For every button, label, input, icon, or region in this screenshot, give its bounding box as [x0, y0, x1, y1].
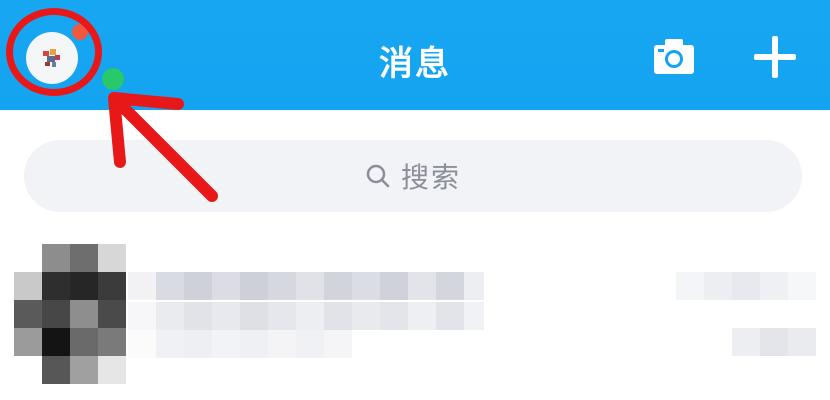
search-placeholder: 搜索 [400, 161, 461, 194]
plus-icon [754, 36, 796, 78]
pixelated-preview [128, 302, 484, 358]
camera-icon [654, 39, 694, 74]
search-input[interactable]: 搜索 [24, 140, 802, 212]
camera-button[interactable] [652, 36, 696, 76]
top-bar: 消息 [0, 0, 830, 110]
search-content: 搜索 [24, 140, 802, 212]
search-icon [366, 164, 390, 188]
page-title: 消息 [379, 44, 451, 84]
pixelated-name [128, 272, 484, 300]
pixelated-timestamp [676, 272, 816, 356]
conversation-list-item[interactable] [0, 240, 830, 400]
pixelated-avatar [14, 244, 126, 384]
messages-screen: 消息 搜索 [0, 0, 830, 400]
add-button[interactable] [752, 34, 798, 80]
